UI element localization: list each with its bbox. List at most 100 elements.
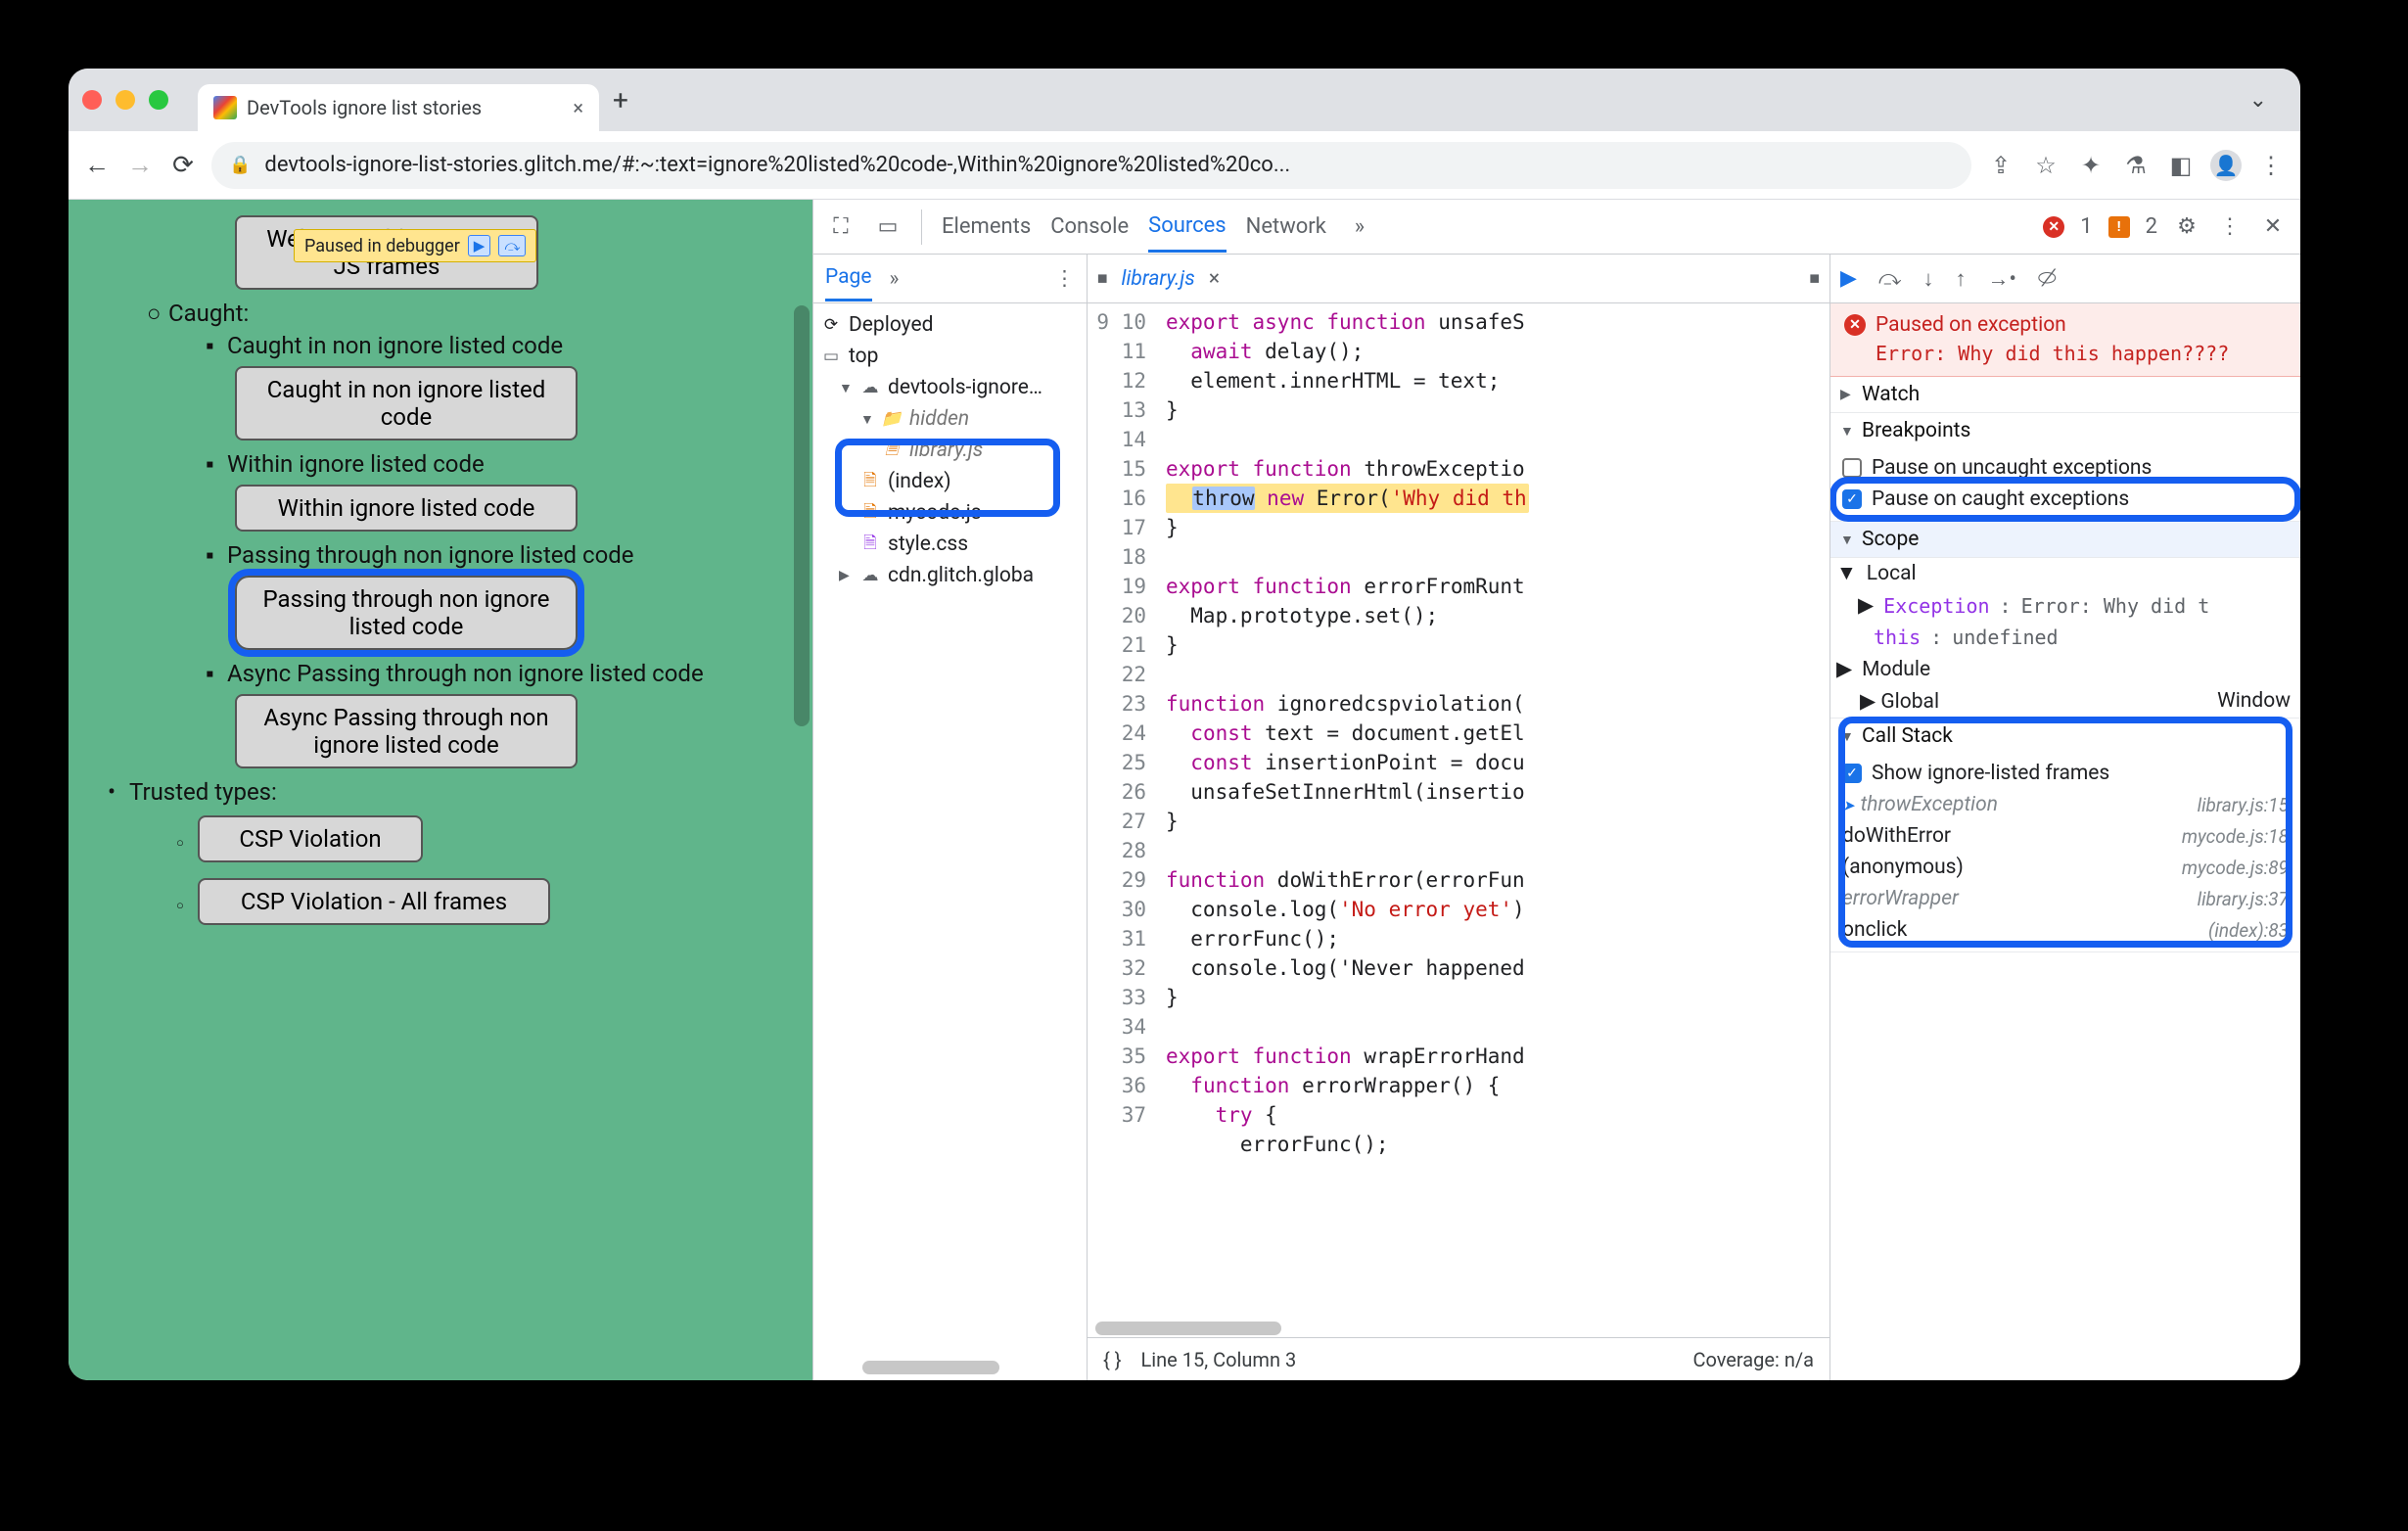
step-over-button[interactable]: ⤼ bbox=[1878, 266, 1902, 291]
minimize-window-icon[interactable] bbox=[116, 90, 135, 110]
tab-title: DevTools ignore list stories bbox=[247, 96, 563, 119]
async-list-label: Async Passing through non ignore listed … bbox=[227, 660, 704, 687]
tree-library-js[interactable]: 🗎library.js bbox=[817, 435, 1083, 466]
coverage-label: Coverage: n/a bbox=[1692, 1348, 1814, 1371]
issues-badge[interactable]: ! bbox=[2108, 216, 2130, 238]
tab-sources[interactable]: Sources bbox=[1148, 213, 1227, 253]
callstack-frame[interactable]: throwExceptionlibrary.js:15 bbox=[1836, 789, 2294, 820]
address-bar[interactable]: 🔒 devtools-ignore-list-stories.glitch.me… bbox=[211, 142, 1971, 189]
step-into-button[interactable]: ↓ bbox=[1922, 266, 1933, 292]
toggle-navigator-icon[interactable]: ⏹ bbox=[1097, 267, 1108, 291]
code-view[interactable]: 9 10 11 12 13 14 15 16 17 18 19 20 21 22… bbox=[1088, 303, 1829, 1320]
scope-exception[interactable]: ▶Exception: Error: Why did t bbox=[1830, 589, 2300, 622]
tree-index[interactable]: 🗎(index) bbox=[817, 466, 1083, 497]
tree-mycode[interactable]: 🗎mycode.js bbox=[817, 497, 1083, 529]
frame-name: throwException bbox=[1842, 793, 1998, 816]
back-button[interactable]: ← bbox=[82, 150, 112, 180]
tree-scrollbar[interactable] bbox=[862, 1361, 999, 1374]
scope-local[interactable]: ▼Local bbox=[1830, 558, 2300, 589]
extensions-icon[interactable]: ✦ bbox=[2075, 152, 2107, 179]
bookmark-icon[interactable]: ☆ bbox=[2030, 152, 2061, 179]
page-scrollbar[interactable] bbox=[794, 305, 810, 726]
window-controls bbox=[82, 90, 168, 110]
watch-section[interactable]: ▶Watch bbox=[1830, 377, 2300, 412]
more-tabs-icon[interactable]: » bbox=[1346, 214, 1373, 239]
issues-count: 2 bbox=[2146, 214, 2157, 239]
show-ignored-frames-row[interactable]: ✓Show ignore-listed frames bbox=[1836, 758, 2294, 789]
callstack-frame[interactable]: (anonymous)mycode.js:89 bbox=[1836, 852, 2294, 883]
close-devtools-icon[interactable]: ✕ bbox=[2259, 214, 2287, 239]
scope-global[interactable]: ▶ GlobalWindow bbox=[1830, 685, 2300, 718]
callstack-frame[interactable]: onclick(index):83 bbox=[1836, 914, 2294, 946]
close-tab-icon[interactable]: × bbox=[573, 96, 583, 119]
tree-top[interactable]: ▭top bbox=[817, 341, 1083, 372]
close-file-icon[interactable]: × bbox=[1209, 267, 1220, 291]
reload-button[interactable]: ⟳ bbox=[168, 151, 198, 180]
csp-violation-all-button[interactable]: CSP Violation - All frames bbox=[198, 878, 550, 925]
step-button[interactable]: →• bbox=[1987, 266, 2015, 292]
navigator-more-icon[interactable]: » bbox=[890, 267, 900, 291]
settings-icon[interactable]: ⚙ bbox=[2173, 214, 2200, 239]
toggle-debugger-icon[interactable]: ⏹ bbox=[1810, 267, 1821, 291]
new-tab-button[interactable]: + bbox=[613, 84, 628, 116]
pause-message: Error: Why did this happen???? bbox=[1875, 341, 2287, 366]
close-window-icon[interactable] bbox=[82, 90, 102, 110]
checkbox-icon[interactable] bbox=[1842, 458, 1862, 478]
callstack-frame[interactable]: doWithErrormycode.js:18 bbox=[1836, 820, 2294, 852]
tree-deployed[interactable]: ⟳Deployed bbox=[817, 309, 1083, 341]
passing-through-button[interactable]: Passing through non ignore listed code bbox=[235, 576, 578, 650]
share-icon[interactable]: ⇪ bbox=[1985, 152, 2016, 179]
tabs-menu-icon[interactable]: ⌄ bbox=[2249, 88, 2267, 113]
chrome-menu-icon[interactable]: ⋮ bbox=[2255, 152, 2287, 179]
pause-caught-row[interactable]: ✓Pause on caught exceptions bbox=[1836, 484, 2294, 515]
side-panel-icon[interactable]: ◧ bbox=[2165, 152, 2197, 179]
tree-hidden-folder[interactable]: ▼📁hidden bbox=[817, 403, 1083, 435]
error-badge[interactable]: ✕ bbox=[2043, 216, 2064, 238]
favicon-icon bbox=[213, 96, 237, 119]
inspect-icon[interactable]: ⛶ bbox=[827, 214, 855, 239]
checkbox-icon[interactable]: ✓ bbox=[1842, 489, 1862, 509]
labs-icon[interactable]: ⚗ bbox=[2120, 152, 2152, 179]
profile-avatar[interactable]: 👤 bbox=[2210, 150, 2242, 181]
within-ignore-button[interactable]: Within ignore listed code bbox=[235, 485, 578, 532]
trusted-heading: Trusted types: bbox=[129, 778, 277, 806]
tab-console[interactable]: Console bbox=[1050, 214, 1129, 239]
navigator-menu-icon[interactable]: ⋮ bbox=[1054, 266, 1075, 291]
browser-tab[interactable]: DevTools ignore list stories × bbox=[198, 84, 599, 131]
step-over-icon[interactable]: ⤼ bbox=[498, 235, 526, 256]
step-out-button[interactable]: ↑ bbox=[1955, 266, 1966, 292]
navigator-tab-page[interactable]: Page bbox=[825, 265, 872, 302]
paused-label: Paused in debugger bbox=[304, 236, 460, 256]
pretty-print-icon[interactable]: { } bbox=[1103, 1348, 1122, 1371]
tree-style[interactable]: 🗎style.css bbox=[817, 529, 1083, 560]
device-mode-icon[interactable]: ▭ bbox=[874, 214, 902, 239]
frame-location: library.js:37 bbox=[2198, 888, 2289, 910]
callstack-frame[interactable]: errorWrapperlibrary.js:37 bbox=[1836, 883, 2294, 914]
tab-network[interactable]: Network bbox=[1246, 214, 1326, 239]
forward-button: → bbox=[125, 150, 155, 180]
editor-h-scrollbar[interactable] bbox=[1088, 1320, 1829, 1337]
resume-button[interactable]: ▶ bbox=[1840, 266, 1857, 291]
devtools-menu-icon[interactable]: ⋮ bbox=[2216, 214, 2244, 239]
tree-origin[interactable]: ▼☁devtools-ignore… bbox=[817, 372, 1083, 403]
tree-cdn[interactable]: ▶☁cdn.glitch.globa bbox=[817, 560, 1083, 591]
frame-location: mycode.js:89 bbox=[2182, 857, 2289, 879]
editor-filename[interactable]: library.js bbox=[1122, 267, 1195, 291]
deactivate-breakpoints-icon[interactable]: ⬭̸ bbox=[2038, 266, 2057, 291]
csp-violation-button[interactable]: CSP Violation bbox=[198, 815, 423, 862]
pause-uncaught-row[interactable]: Pause on uncaught exceptions bbox=[1836, 452, 2294, 484]
tab-elements[interactable]: Elements bbox=[942, 214, 1031, 239]
maximize-window-icon[interactable] bbox=[149, 90, 168, 110]
frame-location: mycode.js:18 bbox=[2182, 825, 2289, 848]
scope-module[interactable]: ▶Module bbox=[1830, 653, 2300, 685]
callstack-section[interactable]: ▼Call Stack bbox=[1830, 719, 2300, 754]
debugger-sidebar: ▶ ⤼ ↓ ↑ →• ⬭̸ ✕Paused on exception Error… bbox=[1830, 255, 2300, 1380]
pause-reason: Paused on exception bbox=[1875, 313, 2066, 337]
editor-statusbar: { } Line 15, Column 3 Coverage: n/a bbox=[1088, 1337, 1829, 1380]
breakpoints-section[interactable]: ▼Breakpoints bbox=[1830, 413, 2300, 448]
async-passing-button[interactable]: Async Passing through non ignore listed … bbox=[235, 694, 578, 768]
checkbox-icon[interactable]: ✓ bbox=[1842, 764, 1862, 783]
resume-icon[interactable]: ▶ bbox=[468, 235, 491, 256]
caught-non-ignore-button[interactable]: Caught in non ignore listed code bbox=[235, 366, 578, 441]
scope-section[interactable]: ▼Scope bbox=[1830, 522, 2300, 557]
